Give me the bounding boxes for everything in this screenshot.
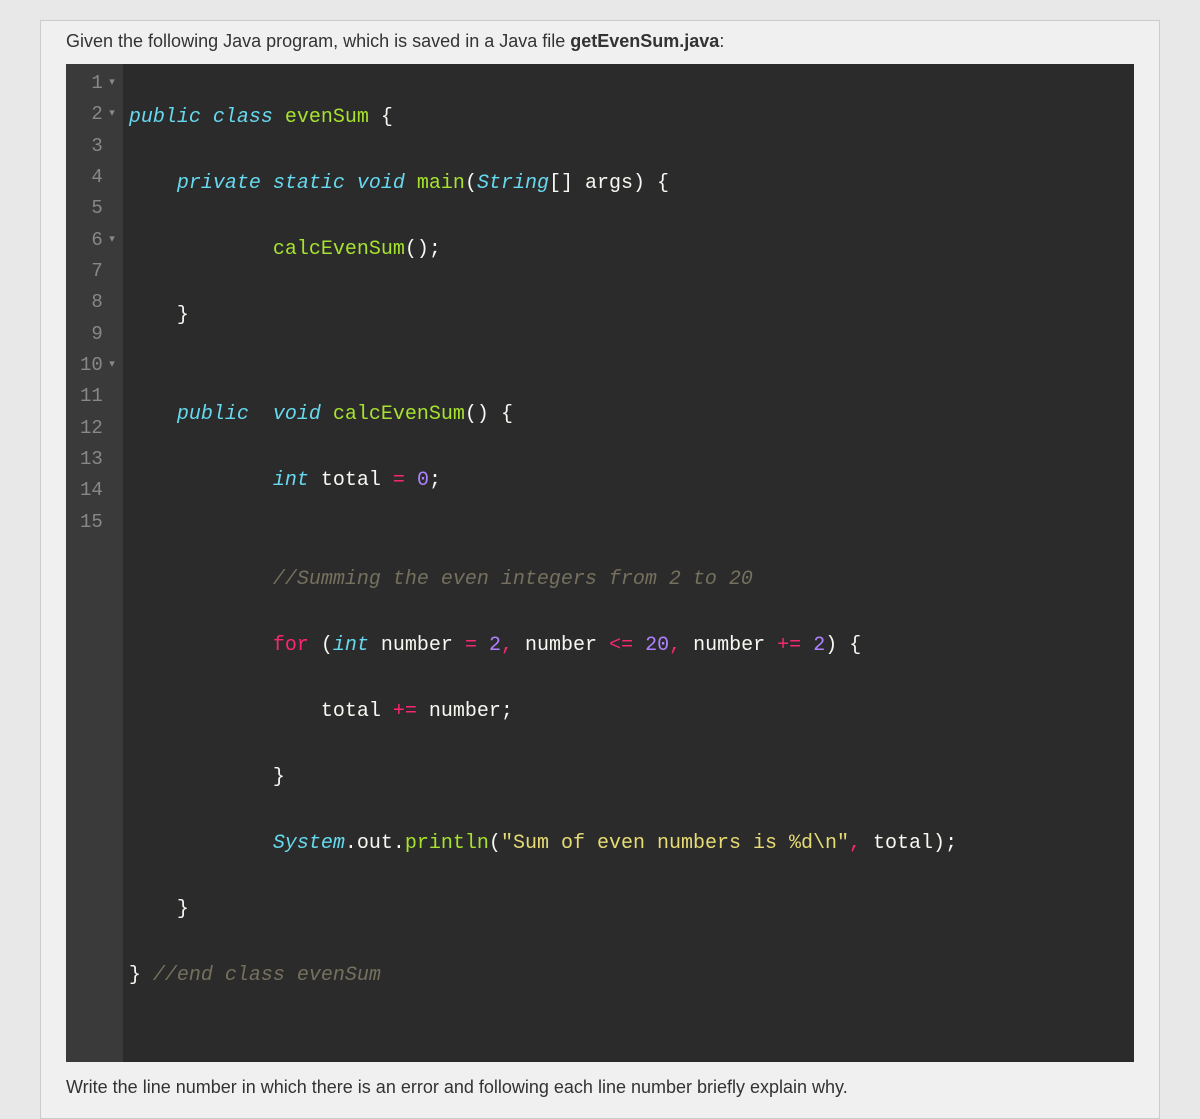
intro-text: Given the following Java program, which … [41,31,1159,64]
gutter-line-9: 9 [80,319,115,350]
gutter-line-15: 15 [80,507,115,538]
gutter-line-5: 5 [80,193,115,224]
gutter-line-2: 2▾ [80,99,115,130]
code-line-4: } [129,299,957,332]
code-line-14: } [129,893,957,926]
code-line-6: public void calcEvenSum() { [129,398,957,431]
code-lines: public class evenSum { private static vo… [123,64,967,1062]
filename: getEvenSum.java [570,31,719,51]
gutter-line-13: 13 [80,444,115,475]
gutter: 1▾ 2▾ 3 4 5 6▾ 7 8 9 10▾ 11 12 13 14 15 [66,64,123,1062]
gutter-line-4: 4 [80,162,115,193]
fold-icon[interactable]: ▾ [105,231,115,249]
question-container: Given the following Java program, which … [40,20,1160,1119]
gutter-line-8: 8 [80,287,115,318]
intro-post: : [719,31,724,51]
code-line-12: } [129,761,957,794]
code-line-1: public class evenSum { [129,101,957,134]
code-block: 1▾ 2▾ 3 4 5 6▾ 7 8 9 10▾ 11 12 13 14 15 … [66,64,1134,1062]
gutter-line-6: 6▾ [80,225,115,256]
code-line-3: calcEvenSum(); [129,233,957,266]
gutter-line-7: 7 [80,256,115,287]
code-line-2: private static void main(String[] args) … [129,167,957,200]
gutter-line-11: 11 [80,381,115,412]
intro-pre: Given the following Java program, which … [66,31,570,51]
prompt-text: Write the line number in which there is … [41,1062,1159,1103]
code-line-7: int total = 0; [129,464,957,497]
fold-icon[interactable]: ▾ [105,356,115,374]
gutter-line-12: 12 [80,413,115,444]
gutter-line-10: 10▾ [80,350,115,381]
gutter-line-14: 14 [80,475,115,506]
code-line-9: //Summing the even integers from 2 to 20 [129,563,957,596]
gutter-line-3: 3 [80,131,115,162]
code-line-11: total += number; [129,695,957,728]
fold-icon[interactable]: ▾ [105,105,115,123]
code-line-15: } //end class evenSum [129,959,957,992]
code-line-10: for (int number = 2, number <= 20, numbe… [129,629,957,662]
fold-icon[interactable]: ▾ [105,74,115,92]
code-line-13: System.out.println("Sum of even numbers … [129,827,957,860]
gutter-line-1: 1▾ [80,68,115,99]
